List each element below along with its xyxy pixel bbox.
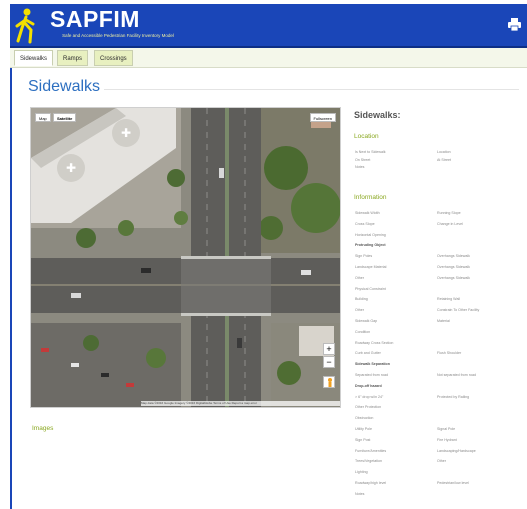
field-label: Material <box>437 319 450 323</box>
satellite-type-button[interactable]: Satellite <box>53 113 77 122</box>
pedestrian-walking-icon <box>15 8 35 44</box>
svg-text:✚: ✚ <box>121 126 131 140</box>
field-label: Other <box>355 308 364 313</box>
location-heading: Location <box>354 133 379 140</box>
fullscreen-button[interactable]: Fullscreen <box>309 113 336 122</box>
printer-icon[interactable] <box>508 18 521 31</box>
field-label: On Street <box>355 157 371 162</box>
field-label: Flush Shoulder <box>437 351 462 356</box>
field-label: Building <box>355 297 368 302</box>
field-label: Sign Post <box>355 437 371 442</box>
field-label: Notes <box>355 491 365 496</box>
field-label: Retaining Wall <box>437 297 461 302</box>
field-label: Curb and Gutter <box>355 351 381 356</box>
field-label: Physical Constraint <box>355 286 386 291</box>
map-view[interactable]: ✚ ✚ Map Satellite Fullscreen + − Map dat… <box>30 107 341 408</box>
panel-title: Sidewalks: <box>354 110 401 120</box>
app-header: SAPFIM Safe and Accessible Pedestrian Fa… <box>10 4 527 48</box>
field-label: Other <box>355 275 364 280</box>
field-label: Roadway Cross Section <box>355 340 394 345</box>
field-label: Drop-off hazard <box>355 383 382 388</box>
field-label: Sign Poles <box>355 254 373 259</box>
field-label: Not separated from road <box>437 373 476 377</box>
field-label: Other Protection <box>355 405 382 410</box>
field-label: Utility Pole <box>355 427 372 431</box>
svg-text:✚: ✚ <box>66 161 76 175</box>
field-label: Change in Level <box>437 221 463 226</box>
field-label: Roadway/high level <box>355 481 387 485</box>
field-label: Separated from road <box>355 373 388 377</box>
field-label: Obstruction <box>355 416 374 421</box>
zoom-in-button[interactable]: + <box>323 343 335 355</box>
field-label: Furniture/Amenities <box>355 448 387 453</box>
satellite-map[interactable]: ✚ ✚ <box>31 108 341 408</box>
field-label: Pedestrian/low level <box>437 481 469 485</box>
field-label: Sidewalk Gap <box>355 319 378 323</box>
field-label: Is Next to Sidewalk <box>355 150 386 154</box>
title-divider <box>104 89 519 90</box>
page-title: Sidewalks <box>28 78 101 95</box>
field-label: Constrain To Other Facility <box>437 308 480 313</box>
tab-crossings[interactable]: Crossings <box>94 50 133 66</box>
field-label: Landscape Material <box>355 265 387 269</box>
field-label: Trees/Vegetation <box>355 459 383 464</box>
field-label: Sidewalk Width <box>355 211 380 215</box>
tab-ramps[interactable]: Ramps <box>57 50 89 66</box>
field-label: Condition <box>355 329 371 334</box>
field-label: Signal Pole <box>437 427 456 431</box>
field-label: Notes <box>355 165 365 169</box>
field-label: Overhangs Sidewalk <box>437 265 470 269</box>
zoom-out-button[interactable]: − <box>323 356 335 368</box>
app-subtitle: Safe and Accessible Pedestrian Facility … <box>62 33 174 38</box>
field-label: Landscaping/Hardscape <box>437 448 476 453</box>
field-label: Sidewalk Separation <box>355 362 390 367</box>
field-label: Fire Hydrant <box>437 437 457 442</box>
field-label: Protected by Railing <box>437 394 470 399</box>
field-label: Horizontal Opening <box>355 232 386 237</box>
pegman-icon <box>328 378 332 387</box>
map-attribution: Map data ©2016 Google Imagery ©2016 Digi… <box>141 401 340 406</box>
field-label: Protruding Object <box>355 243 386 248</box>
app-title: SAPFIM <box>50 6 140 32</box>
map-type-button[interactable]: Map <box>35 113 51 122</box>
field-label: Overhangs Sidewalk <box>437 275 470 280</box>
field-label: Running Slope <box>437 211 461 215</box>
information-heading: Information <box>354 194 387 201</box>
field-label: At Street <box>437 157 451 162</box>
images-heading: Images <box>32 425 54 432</box>
tab-sidewalks[interactable]: Sidewalks <box>14 50 54 66</box>
field-label: > 6" drop w/in 24" <box>355 394 384 399</box>
field-label: Other <box>437 459 446 464</box>
field-label: Cross Slope <box>355 221 375 226</box>
field-label: Overhangs Sidewalk <box>437 254 470 259</box>
field-label: Location <box>437 150 451 154</box>
pegman-button[interactable] <box>323 376 335 388</box>
left-accent-bar <box>10 68 12 509</box>
field-label: Lighting <box>355 470 368 475</box>
tab-bar: Sidewalks Ramps Crossings <box>10 48 527 68</box>
